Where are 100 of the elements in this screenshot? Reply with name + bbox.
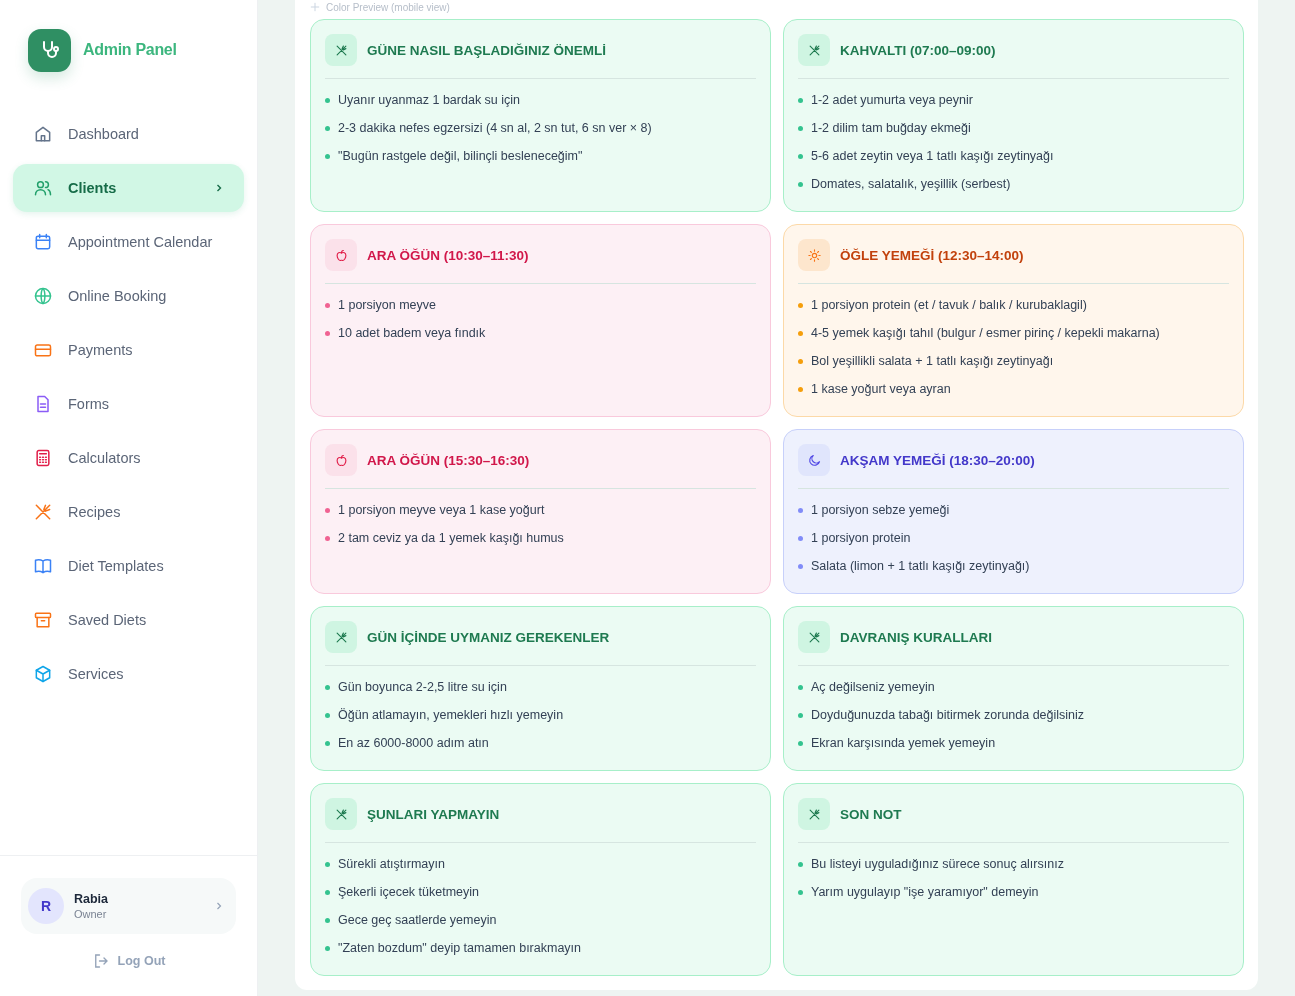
home-icon	[33, 124, 53, 144]
list-item: Uyanır uyanmaz 1 bardak su için	[338, 92, 521, 109]
user-name: Rabia	[74, 892, 110, 906]
nav-item[interactable]: Calculators	[13, 434, 244, 482]
box-icon	[33, 664, 53, 684]
list-item: "Zaten bozdum" deyip tamamen bırakmayın	[338, 940, 582, 957]
list-item: 1 porsiyon meyve	[338, 297, 436, 314]
bullet-icon	[325, 535, 330, 541]
user-role: Owner	[74, 908, 108, 920]
calendar-icon	[33, 232, 53, 252]
moon-icon	[798, 444, 830, 476]
list-item: 1 porsiyon sebze yemeği	[811, 502, 950, 519]
list-item: Aç değilseniz yemeyin	[811, 679, 935, 696]
list-item: 1-2 dilim tam buğday ekmeği	[811, 120, 971, 137]
nav-item[interactable]: Recipes	[13, 488, 244, 536]
apple-icon	[325, 444, 357, 476]
preview-caption: Color Preview (mobile view)	[326, 1, 450, 13]
card-title: KAHVALTI (07:00–09:00)	[840, 42, 996, 58]
utensils-icon	[325, 798, 357, 830]
list-item: Sürekli atıştırmayın	[338, 856, 445, 873]
nav-item[interactable]: Services	[13, 650, 244, 698]
utensils-icon	[798, 798, 830, 830]
list-item: En az 6000-8000 adım atın	[338, 735, 489, 752]
sparkle-icon	[310, 2, 320, 12]
user-card[interactable]: R Rabia Owner	[21, 878, 236, 934]
bullet-icon	[325, 125, 330, 131]
card-title: ŞUNLARI YAPMAYIN	[367, 806, 500, 822]
archive-icon	[33, 610, 53, 630]
list-item: 2 tam ceviz ya da 1 yemek kaşığı humus	[338, 530, 564, 547]
bullet-icon	[798, 563, 803, 569]
nav-item[interactable]: Dashboard	[13, 110, 244, 158]
list-item: 2-3 dakika nefes egzersizi (4 sn al, 2 sn tut, 6 sn ver × 8)	[338, 120, 652, 137]
list-item: 1 porsiyon protein	[811, 530, 911, 547]
nav-item[interactable]: Payments	[13, 326, 244, 374]
nav-item[interactable]: Clients	[13, 164, 244, 212]
list-item: Şekerli içecek tüketmeyin	[338, 884, 480, 901]
list-item: "Bugün rastgele değil, bilinçli besleneceğim"	[338, 148, 583, 165]
sun-icon	[798, 239, 830, 271]
list-item: Bu listeyi uyguladığınız sürece sonuç alırsınız	[811, 856, 1064, 873]
bullet-icon	[325, 740, 330, 746]
chevron-right-icon	[214, 183, 224, 193]
utensils-icon	[798, 621, 830, 653]
utensils-icon	[325, 34, 357, 66]
list-item: Gün boyunca 2-2,5 litre su için	[338, 679, 507, 696]
bullet-icon	[798, 684, 803, 690]
bullet-icon	[798, 181, 803, 187]
bullet-icon	[798, 712, 803, 718]
globe-icon	[33, 286, 53, 306]
bullet-icon	[325, 507, 330, 513]
bullet-icon	[798, 535, 803, 541]
utensils-icon	[325, 621, 357, 653]
bullet-icon	[798, 125, 803, 131]
chevron-right-icon	[214, 901, 224, 911]
nav-item[interactable]: Diet Templates	[13, 542, 244, 590]
bullet-icon	[798, 889, 803, 895]
list-item: 4-5 yemek kaşığı tahıl (bulgur / esmer pirinç / kepekli makarna)	[811, 325, 1160, 342]
card-title: AKŞAM YEMEĞİ (18:30–20:00)	[840, 452, 1035, 468]
bullet-icon	[325, 861, 330, 867]
card-title: GÜN İÇİNDE UYMANIZ GEREKENLER	[367, 629, 610, 645]
bullet-icon	[325, 302, 330, 308]
bullet-icon	[325, 330, 330, 336]
utensils-icon	[798, 34, 830, 66]
card-title: ÖĞLE YEMEĞİ (12:30–14:00)	[840, 247, 1024, 263]
nav-item[interactable]: Appointment Calendar	[13, 218, 244, 266]
card-title: SON NOT	[840, 806, 902, 822]
list-item: 10 adet badem veya fındık	[338, 325, 486, 342]
bullet-icon	[798, 740, 803, 746]
nav-item[interactable]: Online Booking	[13, 272, 244, 320]
bullet-icon	[798, 302, 803, 308]
apple-icon	[325, 239, 357, 271]
list-item: 1-2 adet yumurta veya peynir	[811, 92, 973, 109]
bullet-icon	[325, 153, 330, 159]
list-item: Gece geç saatlerde yemeyin	[338, 912, 497, 929]
bullet-icon	[798, 358, 803, 364]
bullet-icon	[325, 97, 330, 103]
users-icon	[33, 178, 53, 198]
bullet-icon	[325, 712, 330, 718]
bullet-icon	[325, 889, 330, 895]
bullet-icon	[325, 945, 330, 951]
bullet-icon	[798, 153, 803, 159]
list-item: 5-6 adet zeytin veya 1 tatlı kaşığı zeytinyağı	[811, 148, 1054, 165]
avatar: R	[28, 888, 64, 924]
brand-name: Admin Panel	[83, 41, 177, 59]
bullet-icon	[798, 97, 803, 103]
list-item: Bol yeşillikli salata + 1 tatlı kaşığı zeytinyağı	[811, 353, 1054, 370]
card-title: DAVRANIŞ KURALLARI	[840, 629, 992, 645]
list-item: 1 kase yoğurt veya ayran	[811, 381, 951, 398]
bullet-icon	[325, 684, 330, 690]
card-title: ARA ÖĞÜN (10:30–11:30)	[367, 247, 529, 263]
card-title: ARA ÖĞÜN (15:30–16:30)	[367, 452, 530, 468]
list-item: Domates, salatalık, yeşillik (serbest)	[811, 176, 1011, 193]
stethoscope-logo-icon	[28, 28, 71, 72]
book-icon	[33, 556, 53, 576]
nav-item[interactable]: Saved Diets	[13, 596, 244, 644]
card-title: GÜNE NASIL BAŞLADIĞINIZ ÖNEMLİ	[367, 42, 606, 58]
nav-item[interactable]: Forms	[13, 380, 244, 428]
bullet-icon	[798, 330, 803, 336]
list-item: Yarım uygulayıp "işe yaramıyor" demeyin	[811, 884, 1039, 901]
list-item: 1 porsiyon meyve veya 1 kase yoğurt	[338, 502, 545, 519]
bullet-icon	[798, 861, 803, 867]
